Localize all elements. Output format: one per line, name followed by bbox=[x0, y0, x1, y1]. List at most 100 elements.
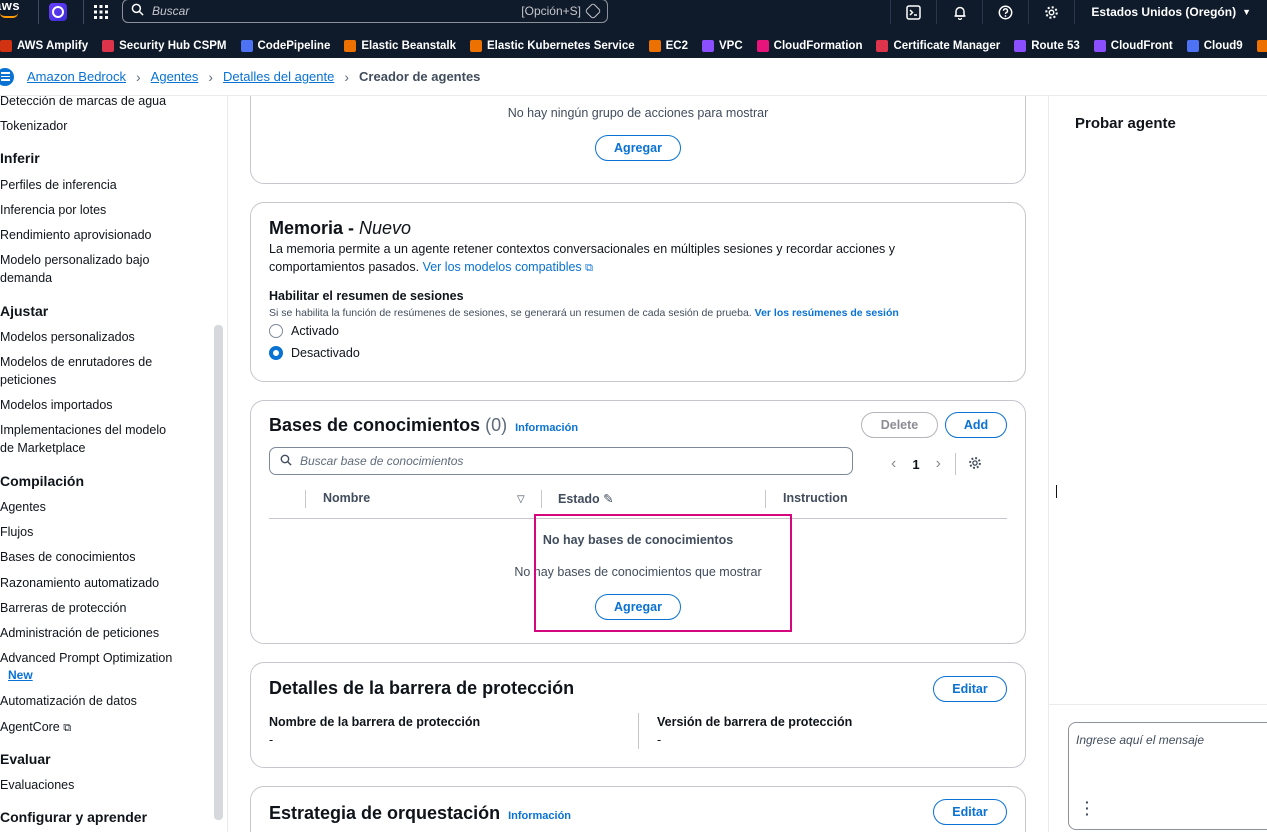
radio-activated[interactable]: Activado bbox=[269, 324, 339, 338]
chevron-right-icon[interactable]: › bbox=[936, 455, 941, 473]
radio-circle bbox=[269, 324, 283, 338]
sort-caret-icon[interactable]: ▽ bbox=[517, 494, 525, 505]
aws-logo[interactable]: aws bbox=[0, 0, 32, 24]
breadcrumb: Amazon Bedrock › Agentes › Detalles del … bbox=[0, 58, 1267, 96]
orchestration-card: Estrategia de orquestación Información Ed… bbox=[250, 786, 1026, 832]
sidebar-item-evaluations[interactable]: Evaluaciones bbox=[0, 776, 74, 794]
sidebar-item-data-automation[interactable]: Automatización de datos bbox=[0, 692, 137, 710]
favorite-label: Security Hub CSPM bbox=[119, 40, 227, 52]
favorite-item[interactable]: AWS Amplify bbox=[0, 40, 88, 52]
service-icon bbox=[1256, 40, 1267, 52]
more-options-icon[interactable]: · · · bbox=[1085, 795, 1090, 821]
chevron-left-icon[interactable]: ‹ bbox=[891, 455, 896, 473]
add-action-group-button[interactable]: Agregar bbox=[595, 135, 681, 161]
column-header-status[interactable]: Estado ✎ bbox=[558, 491, 614, 506]
service-icon bbox=[876, 40, 889, 52]
shortcut-icon bbox=[584, 2, 602, 20]
sidebar-item-tokenizer[interactable]: Tokenizador bbox=[0, 117, 67, 135]
favorite-item[interactable]: Cloud9 bbox=[1186, 40, 1243, 52]
favorites-bar: AWS Amplify Security Hub CSPM CodePipeline… bbox=[0, 34, 1267, 58]
compatible-models-link[interactable]: Ver los modelos compatibles bbox=[423, 260, 582, 274]
sidebar-scrollbar[interactable] bbox=[214, 325, 223, 820]
table-settings-gear-icon[interactable] bbox=[968, 456, 982, 473]
session-summaries-link[interactable]: Ver los resúmenes de sesión bbox=[755, 307, 899, 319]
sidebar-item-marketplace[interactable]: Implementaciones del modelo de Marketplac… bbox=[0, 421, 166, 457]
favorite-item[interactable]: CloudFormation bbox=[756, 40, 862, 52]
sidebar-item-on-demand-custom[interactable]: Modelo personalizado bajo demanda bbox=[0, 251, 149, 287]
sidebar-item-agentcore[interactable]: AgentCore ⧉ bbox=[0, 718, 71, 737]
edit-pencil-icon: ✎ bbox=[603, 492, 614, 506]
guardrail-name-value: - bbox=[269, 733, 274, 747]
sidebar-item-prompt-optimization[interactable]: Advanced Prompt Optimization bbox=[0, 649, 172, 667]
favorite-label: CloudFront bbox=[1110, 40, 1173, 52]
sidebar-item-batch-inference[interactable]: Inferencia por lotes bbox=[0, 201, 106, 219]
help-icon[interactable] bbox=[982, 0, 1028, 24]
sidebar-item-knowledge-bases[interactable]: Bases de conocimientos bbox=[0, 548, 136, 566]
action-groups-empty-text: No hay ningún grupo de acciones para mos… bbox=[507, 106, 769, 120]
bedrock-service-icon[interactable] bbox=[49, 3, 67, 21]
sidebar-item-inference-profiles[interactable]: Perfiles de inferencia bbox=[0, 176, 117, 194]
favorite-label: EC2 bbox=[665, 40, 689, 52]
edit-guardrail-button[interactable]: Editar bbox=[933, 676, 1007, 702]
favorite-item[interactable]: Elastic Beanstalk bbox=[344, 40, 456, 52]
menu-toggle-icon[interactable] bbox=[0, 67, 14, 86]
favorite-item[interactable]: VPC bbox=[702, 40, 743, 52]
column-header-name[interactable]: Nombre bbox=[323, 491, 370, 505]
memory-title: Memoria - Nuevo bbox=[269, 218, 412, 238]
service-icon bbox=[1014, 40, 1027, 52]
sidebar-item-watermark[interactable]: Detección de marcas de agua bbox=[0, 96, 166, 110]
radio-deactivated[interactable]: Desactivado bbox=[269, 346, 360, 360]
sidebar-item-guardrails[interactable]: Barreras de protección bbox=[0, 599, 126, 617]
sidebar-item-agents[interactable]: Agentes bbox=[0, 498, 46, 516]
sidebar-section-infer: Inferir bbox=[0, 150, 40, 166]
sidebar-item-prompt-management[interactable]: Administración de peticiones bbox=[0, 624, 159, 642]
settings-gear-icon[interactable] bbox=[1028, 0, 1074, 24]
add-kb-button[interactable]: Add bbox=[945, 412, 1007, 438]
highlight-box bbox=[534, 514, 792, 632]
notifications-bell-icon[interactable] bbox=[936, 0, 982, 24]
kb-info-link[interactable]: Información bbox=[515, 422, 578, 434]
favorite-item[interactable]: CodePipeline bbox=[240, 40, 330, 52]
sidebar-item-custom-models[interactable]: Modelos personalizados bbox=[0, 328, 135, 346]
memory-card: Memoria - Nuevo La memoria permite a un … bbox=[250, 202, 1026, 382]
favorite-label: Certificate Manager bbox=[893, 40, 1001, 52]
sidebar-section-adjust: Ajustar bbox=[0, 303, 49, 319]
favorite-item[interactable]: Elastic Container Se bbox=[1256, 40, 1267, 52]
guardrail-card: Detalles de la barrera de protección Edi… bbox=[250, 662, 1026, 768]
search-icon bbox=[280, 454, 292, 469]
favorite-item[interactable]: EC2 bbox=[648, 40, 689, 52]
service-icon bbox=[1186, 40, 1199, 52]
favorite-item[interactable]: Certificate Manager bbox=[876, 40, 1000, 52]
delete-kb-button[interactable]: Delete bbox=[861, 412, 938, 438]
sidebar-item-provisioned-throughput[interactable]: Rendimiento aprovisionado bbox=[0, 226, 151, 244]
search-placeholder: Buscar bbox=[152, 4, 190, 18]
service-icon bbox=[240, 40, 253, 52]
favorite-item[interactable]: Elastic Kubernetes Service bbox=[469, 40, 635, 52]
service-icon bbox=[0, 40, 12, 52]
services-grid-icon[interactable] bbox=[90, 0, 112, 24]
favorite-label: Elastic Beanstalk bbox=[361, 40, 456, 52]
region-selector[interactable]: Estados Unidos (Oregón) ▼ bbox=[1074, 0, 1267, 24]
page-number[interactable]: 1 bbox=[912, 457, 919, 472]
breadcrumb-bedrock[interactable]: Amazon Bedrock bbox=[27, 69, 126, 84]
favorite-label: Route 53 bbox=[1031, 40, 1080, 52]
edit-orchestration-button[interactable]: Editar bbox=[933, 799, 1007, 825]
orchestration-info-link[interactable]: Información bbox=[508, 810, 571, 822]
sidebar-item-automated-reasoning[interactable]: Razonamiento automatizado bbox=[0, 574, 159, 592]
breadcrumb-agent-details[interactable]: Detalles del agente bbox=[223, 69, 334, 84]
orchestration-title: Estrategia de orquestación Información bbox=[269, 803, 572, 823]
global-search-input[interactable]: Buscar [Opción+S] bbox=[122, 0, 608, 23]
sidebar-item-imported-models[interactable]: Modelos importados bbox=[0, 396, 113, 414]
sidebar-item-flows[interactable]: Flujos bbox=[0, 523, 33, 541]
sidebar-item-router-models[interactable]: Modelos de enrutadores de peticiones bbox=[0, 353, 152, 389]
cloudshell-icon[interactable] bbox=[890, 0, 936, 24]
favorite-item[interactable]: CloudFront bbox=[1093, 40, 1173, 52]
favorite-item[interactable]: Route 53 bbox=[1014, 40, 1080, 52]
favorite-item[interactable]: Security Hub CSPM bbox=[102, 40, 227, 52]
chevron-right-icon: › bbox=[208, 68, 214, 85]
column-header-instruction[interactable]: Instruction bbox=[783, 491, 848, 505]
chevron-right-icon: › bbox=[136, 68, 141, 85]
kb-search-input[interactable]: Buscar base de conocimientos bbox=[269, 447, 853, 475]
breadcrumb-agentes[interactable]: Agentes bbox=[151, 69, 199, 84]
message-input[interactable]: Ingrese aquí el mensaje · · · bbox=[1068, 722, 1267, 830]
